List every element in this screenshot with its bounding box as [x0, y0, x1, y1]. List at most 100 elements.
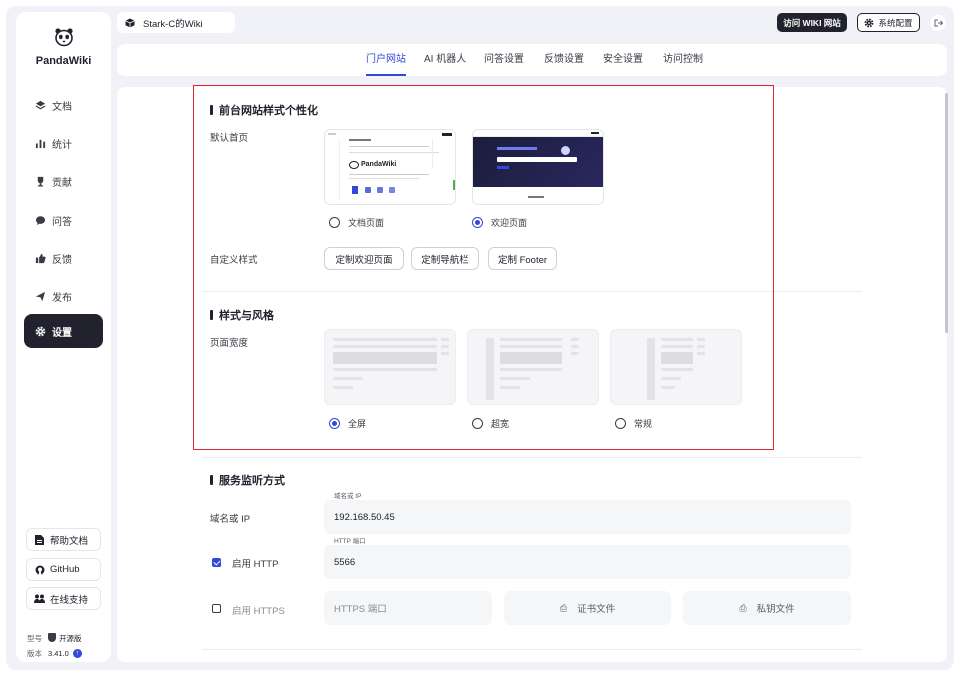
section-title-style: 样式与风格: [210, 307, 274, 323]
width-option-normal[interactable]: 常规: [615, 417, 652, 430]
sidebar-item-stats[interactable]: 统计: [24, 126, 103, 160]
cube-icon: [125, 18, 135, 27]
https-port-input[interactable]: HTTPS 端口: [324, 591, 492, 625]
upgrade-icon[interactable]: ↑: [72, 649, 82, 658]
model-info: 型号 开源版: [27, 633, 82, 644]
radio-dot: [615, 418, 626, 429]
brand-name: PandaWiki: [35, 55, 92, 67]
upload-icon: ⎙: [559, 602, 568, 613]
home-option-welcome[interactable]: 欢迎页面: [472, 216, 527, 229]
shield-icon: [48, 633, 56, 642]
tab-security-settings[interactable]: 安全设置: [603, 44, 643, 76]
customize-footer-button[interactable]: 定制 Footer: [488, 247, 557, 270]
section-divider: [202, 649, 862, 650]
version-value: 3.41.0: [48, 649, 69, 658]
domain-label: 域名或 IP: [210, 514, 251, 525]
github-button[interactable]: GitHub: [26, 558, 101, 581]
cert-file-upload[interactable]: ⎙ 证书文件: [504, 591, 671, 625]
scrollbar[interactable]: [945, 93, 948, 333]
http-port-value: 5566: [334, 556, 356, 568]
model-value: 开源版: [59, 634, 82, 643]
welcome-page-preview[interactable]: [472, 129, 604, 205]
knowledge-base-selector[interactable]: Stark-C的Wiki: [117, 12, 235, 33]
doc-icon: [34, 534, 45, 545]
tab-access-control[interactable]: 访问控制: [663, 44, 703, 76]
domain-input[interactable]: 域名或 IP 192.168.50.45: [324, 493, 851, 534]
section-divider: [202, 291, 862, 292]
domain-float-label: 域名或 IP: [334, 493, 362, 500]
width-option-full-label: 全屏: [348, 419, 367, 429]
width-option-normal-label: 常规: [634, 419, 653, 429]
section-title-personalize: 前台网站样式个性化: [210, 102, 318, 118]
app-window: PandaWiki 文档 统计 贡献 问答 反馈 发布 设置 帮助文档 GitH…: [6, 6, 954, 670]
cert-file-label: 证书文件: [577, 604, 616, 615]
width-option-wide[interactable]: 超宽: [472, 417, 509, 430]
radio-dot-selected: [329, 418, 340, 429]
https-port-placeholder: HTTPS 端口: [334, 604, 387, 615]
sidebar-item-label: 贡献: [52, 177, 72, 189]
sidebar: PandaWiki 文档 统计 贡献 问答 反馈 发布 设置 帮助文档 GitH…: [16, 12, 111, 662]
page-width-label: 页面宽度: [210, 338, 249, 349]
preview-brand-text: PandaWiki: [361, 161, 397, 168]
sidebar-item-publish[interactable]: 发布: [24, 279, 103, 313]
sidebar-item-docs[interactable]: 文档: [24, 88, 103, 122]
settings-tabs: 门户网站 AI 机器人 问答设置 反馈设置 安全设置 访问控制: [117, 44, 947, 76]
chat-icon: [34, 214, 46, 226]
sidebar-item-feedback[interactable]: 反馈: [24, 241, 103, 275]
settings-panel: 前台网站样式个性化 默认首页 PandaWiki 文档页面 欢迎页面 自定义样式…: [117, 87, 947, 662]
github-label: GitHub: [50, 564, 80, 575]
width-wide-preview[interactable]: [467, 329, 599, 405]
version-label: 版本: [27, 649, 42, 658]
http-checkbox[interactable]: [212, 558, 221, 567]
domain-value: 192.168.50.45: [334, 511, 395, 523]
http-port-input[interactable]: HTTP 端口 5566: [324, 538, 851, 579]
radio-dot: [329, 217, 340, 228]
custom-style-label: 自定义样式: [210, 255, 258, 266]
panda-logo-icon: [55, 28, 73, 47]
system-config-label: 系统配置: [878, 17, 913, 28]
sidebar-item-settings[interactable]: 设置: [24, 314, 103, 348]
sidebar-item-label: 统计: [52, 139, 72, 151]
width-normal-preview[interactable]: [610, 329, 742, 405]
radio-dot: [472, 418, 483, 429]
home-option-doc[interactable]: 文档页面: [329, 216, 384, 229]
tab-portal[interactable]: 门户网站: [366, 44, 406, 76]
thumb-icon: [34, 252, 46, 264]
help-docs-label: 帮助文档: [50, 535, 89, 547]
doc-page-preview[interactable]: PandaWiki: [324, 129, 456, 205]
sidebar-item-contrib[interactable]: 贡献: [24, 164, 103, 198]
sidebar-item-label: 文档: [52, 101, 72, 113]
width-option-wide-label: 超宽: [491, 419, 510, 429]
tab-qa-settings[interactable]: 问答设置: [484, 44, 524, 76]
send-icon: [34, 290, 46, 302]
trophy-icon: [34, 175, 46, 187]
sidebar-item-label: 问答: [52, 216, 72, 228]
logout-icon[interactable]: [930, 15, 946, 31]
tab-feedback-settings[interactable]: 反馈设置: [544, 44, 584, 76]
https-label: 启用 HTTPS: [232, 606, 285, 617]
help-docs-button[interactable]: 帮助文档: [26, 528, 101, 551]
sidebar-item-label: 发布: [52, 292, 72, 304]
online-support-button[interactable]: 在线支持: [26, 587, 101, 610]
gear-icon: [34, 325, 46, 337]
version-info: 版本 3.41.0 ↑: [27, 648, 82, 659]
sidebar-item-label: 设置: [52, 327, 72, 339]
http-float-label: HTTP 端口: [334, 538, 366, 545]
upload-icon: ⎙: [739, 602, 747, 613]
width-fullscreen-preview[interactable]: [324, 329, 456, 405]
system-config-button[interactable]: 系统配置: [857, 13, 920, 32]
sidebar-item-label: 反馈: [52, 254, 72, 266]
customize-welcome-button[interactable]: 定制欢迎页面: [324, 247, 404, 270]
kb-name: Stark-C的Wiki: [143, 18, 203, 30]
width-option-full[interactable]: 全屏: [329, 417, 366, 430]
visit-wiki-button[interactable]: 访问 WIKI 网站: [777, 13, 847, 32]
online-support-label: 在线支持: [50, 594, 89, 606]
https-checkbox[interactable]: [212, 604, 221, 613]
sidebar-item-qa[interactable]: 问答: [24, 203, 103, 237]
key-file-upload[interactable]: ⎙ 私钥文件: [683, 591, 851, 625]
tab-ai-bot[interactable]: AI 机器人: [424, 44, 466, 76]
home-option-doc-label: 文档页面: [348, 218, 385, 228]
github-icon: [34, 564, 45, 575]
customize-navbar-button[interactable]: 定制导航栏: [411, 247, 479, 270]
default-home-label: 默认首页: [210, 133, 249, 144]
